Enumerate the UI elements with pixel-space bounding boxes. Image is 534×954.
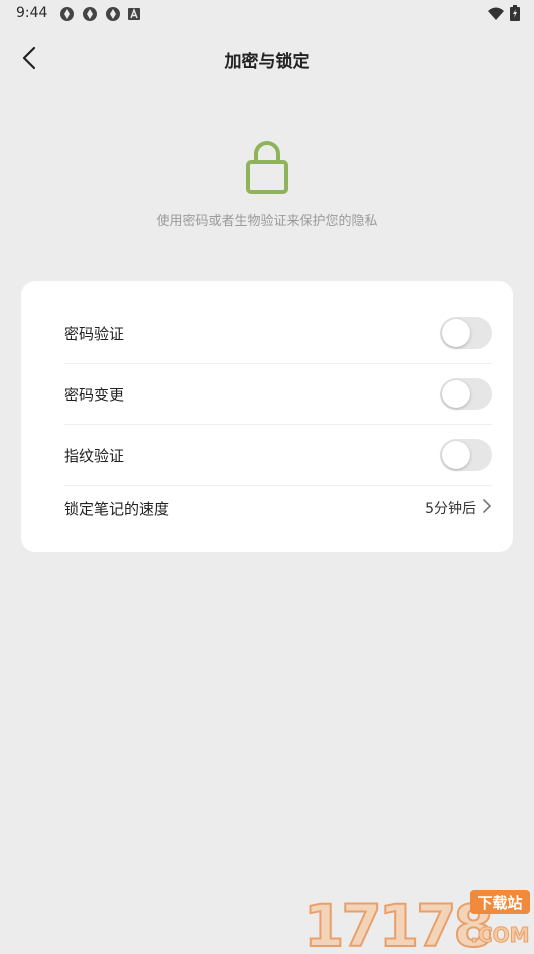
password-verify-toggle[interactable] bbox=[440, 317, 492, 349]
setting-password-change[interactable]: 密码变更 bbox=[64, 364, 492, 424]
setting-password-verify[interactable]: 密码验证 bbox=[64, 303, 492, 363]
lock-speed-value-wrap: 5分钟后 bbox=[425, 498, 492, 518]
header-bar: 加密与锁定 bbox=[0, 38, 534, 78]
privacy-hint: 使用密码或者生物验证来保护您的隐私 bbox=[156, 214, 378, 229]
a-icon bbox=[127, 6, 141, 22]
setting-label: 密码验证 bbox=[64, 324, 125, 343]
aperture-icon bbox=[81, 6, 99, 22]
lock-speed-value: 5分钟后 bbox=[425, 501, 476, 517]
setting-fingerprint-verify[interactable]: 指纹验证 bbox=[64, 425, 492, 485]
lock-icon bbox=[245, 140, 289, 194]
site-watermark: 17178 下载站 .COM bbox=[302, 888, 532, 954]
toggle-knob bbox=[442, 380, 470, 408]
svg-text:下载站: 下载站 bbox=[477, 894, 522, 912]
settings-card: 密码验证 密码变更 指纹验证 锁定笔记的速度 5分钟后 bbox=[21, 281, 513, 552]
setting-label: 锁定笔记的速度 bbox=[64, 499, 170, 518]
page-title: 加密与锁定 bbox=[224, 52, 310, 72]
status-right-icons bbox=[487, 5, 520, 25]
status-bar: 9:44 bbox=[0, 0, 534, 28]
setting-label: 指纹验证 bbox=[64, 446, 125, 465]
toggle-knob bbox=[442, 441, 470, 469]
svg-text:.COM: .COM bbox=[470, 923, 529, 947]
notification-icons bbox=[58, 6, 141, 22]
aperture-icon bbox=[58, 6, 76, 22]
svg-text:17178: 17178 bbox=[304, 892, 491, 950]
status-time: 9:44 bbox=[16, 5, 48, 21]
setting-lock-speed[interactable]: 锁定笔记的速度 5分钟后 bbox=[64, 478, 492, 538]
fingerprint-verify-toggle[interactable] bbox=[440, 439, 492, 471]
battery-charging-icon bbox=[510, 5, 520, 25]
wifi-icon bbox=[487, 6, 505, 25]
chevron-right-icon bbox=[482, 498, 492, 518]
aperture-icon bbox=[104, 6, 122, 22]
setting-label: 密码变更 bbox=[64, 385, 125, 404]
toggle-knob bbox=[442, 319, 470, 347]
password-change-toggle[interactable] bbox=[440, 378, 492, 410]
